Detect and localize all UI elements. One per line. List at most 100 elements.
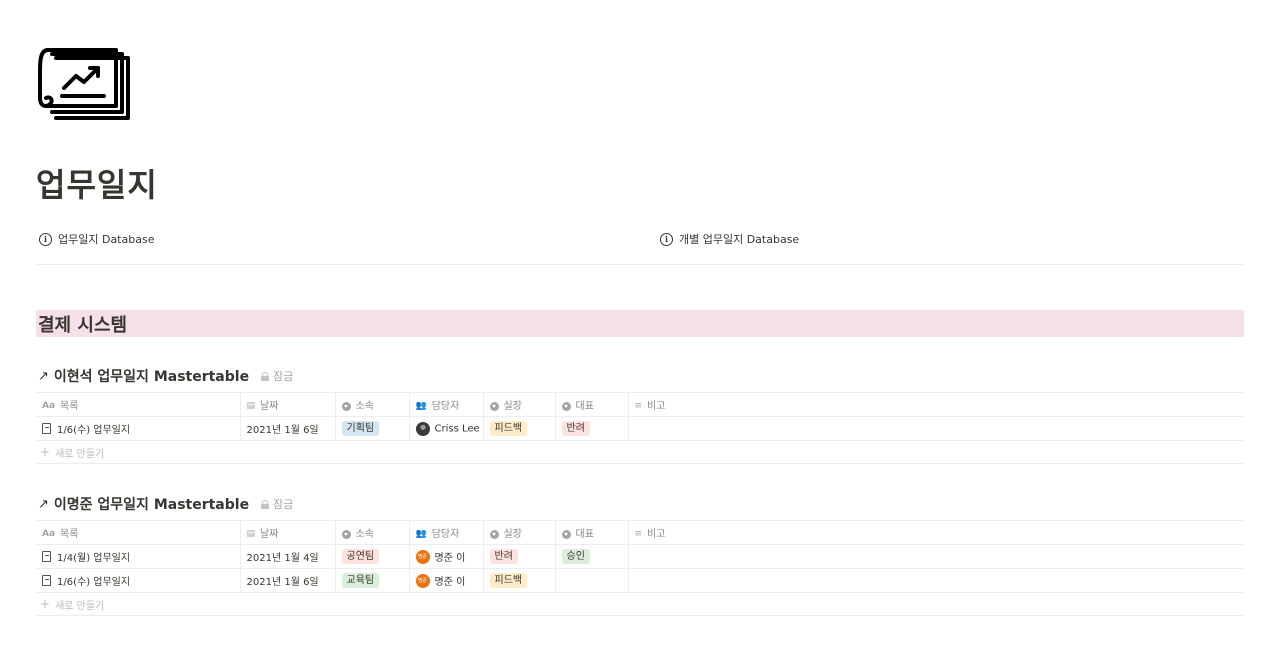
column-header-note[interactable]: ≡ 비고 <box>627 520 1244 545</box>
column-header-date[interactable]: ▤ 날짜 <box>239 392 335 417</box>
cell-ceo[interactable]: 반려 <box>554 416 628 441</box>
person-icon: 👥 <box>415 529 427 539</box>
table-row[interactable]: 1/4(월) 업무일지 2021년 1월 4일 공연팀 명준 명준 이 반려 승인 <box>36 544 1244 569</box>
column-label: 담당자 <box>431 529 460 540</box>
linked-database-1: ↗ 이현석 업무일지 Mastertable 잠금 Aa 목록 ▤ 날짜 소속 👥 담… <box>36 364 1244 464</box>
column-label: 실장 <box>503 401 522 412</box>
database-title[interactable]: 이명준 업무일지 Mastertable <box>54 494 249 514</box>
avatar: 명준 <box>415 549 430 564</box>
cell-dept[interactable]: 교육팀 <box>334 568 409 593</box>
link-label: 개별 업무일지 Database <box>679 233 800 246</box>
select-property-icon <box>489 401 499 411</box>
page-icon <box>42 575 51 586</box>
database-title-bar: ↗ 이현석 업무일지 Mastertable 잠금 <box>36 364 1244 388</box>
cell-chief[interactable]: 피드백 <box>482 416 555 441</box>
chief-status-tag: 피드백 <box>489 421 528 436</box>
cell-chief[interactable]: 반려 <box>482 544 555 569</box>
database-title[interactable]: 이현석 업무일지 Mastertable <box>54 366 249 386</box>
column-label: 날짜 <box>260 529 279 540</box>
section-header: 결제 시스템 <box>36 310 1244 337</box>
ceo-status-tag: 반려 <box>561 421 590 436</box>
plus-icon: + <box>40 597 51 611</box>
arrow-up-right-icon[interactable]: ↗ <box>38 497 49 512</box>
column-header-name[interactable]: Aa 목록 <box>36 392 240 417</box>
dept-tag: 공연팀 <box>341 549 380 564</box>
linked-database-2: ↗ 이명준 업무일지 Mastertable 잠금 Aa 목록 ▤ 날짜 소속 👥 담… <box>36 492 1244 616</box>
cell-ceo[interactable] <box>554 568 628 593</box>
calendar-icon: ▤ <box>246 401 256 411</box>
cell-date[interactable]: 2021년 1월 6일 <box>239 568 335 593</box>
select-property-icon <box>561 529 571 539</box>
column-label: 대표 <box>575 529 594 540</box>
database-title-bar: ↗ 이명준 업무일지 Mastertable 잠금 <box>36 492 1244 516</box>
column-label: 소속 <box>355 401 374 412</box>
dept-tag: 기획팀 <box>341 421 380 436</box>
database-table: Aa 목록 ▤ 날짜 소속 👥 담당자 실장 대표 ≡ 비고 1/4(월) 업무일지 2… <box>36 520 1244 593</box>
column-header-dept[interactable]: 소속 <box>334 520 409 545</box>
link-work-log-database[interactable]: i 업무일지 Database <box>39 229 154 249</box>
column-header-note[interactable]: ≡ 비고 <box>627 392 1244 417</box>
column-label: 비고 <box>647 401 666 412</box>
column-label: 날짜 <box>260 401 279 412</box>
lock-icon <box>261 371 270 381</box>
info-icon: i <box>39 232 52 246</box>
column-header-date[interactable]: ▤ 날짜 <box>239 520 335 545</box>
cell-date[interactable]: 2021년 1월 4일 <box>239 544 335 569</box>
text-lines-icon: ≡ <box>634 401 643 411</box>
person-icon: 👥 <box>415 401 427 411</box>
cell-owner[interactable]: 명준 명준 이 <box>408 568 483 593</box>
cell-note[interactable] <box>627 416 1244 441</box>
column-header-ceo[interactable]: 대표 <box>554 392 628 417</box>
cell-name[interactable]: 1/6(수) 업무일지 <box>36 568 240 593</box>
column-header-dept[interactable]: 소속 <box>334 392 409 417</box>
linked-databases: i 업무일지 Database i 개별 업무일지 Database <box>36 229 1244 265</box>
column-header-chief[interactable]: 실장 <box>482 520 555 545</box>
cell-note[interactable] <box>627 568 1244 593</box>
avatar: 명준 <box>415 573 430 588</box>
newspaper-chart-icon[interactable] <box>38 42 134 122</box>
cell-note[interactable] <box>627 544 1244 569</box>
info-icon: i <box>660 232 673 246</box>
column-label: 목록 <box>60 529 79 540</box>
table-row[interactable]: 1/6(수) 업무일지 2021년 1월 6일 기획팀 Criss Lee 피드… <box>36 416 1244 441</box>
column-header-owner[interactable]: 👥 담당자 <box>408 392 483 417</box>
page-title: 업무일지 <box>36 166 158 204</box>
lock-icon <box>261 499 270 509</box>
cell-dept[interactable]: 공연팀 <box>334 544 409 569</box>
column-label: 실장 <box>503 529 522 540</box>
cell-owner[interactable]: 명준 명준 이 <box>408 544 483 569</box>
select-property-icon <box>489 529 499 539</box>
dept-tag: 교육팀 <box>341 573 380 588</box>
link-individual-work-log-database[interactable]: i 개별 업무일지 Database <box>660 229 799 249</box>
ceo-status-tag: 승인 <box>561 549 590 564</box>
select-property-icon <box>341 401 351 411</box>
table-row[interactable]: 1/6(수) 업무일지 2021년 1월 6일 교육팀 명준 명준 이 피드백 <box>36 568 1244 593</box>
column-label: 대표 <box>575 401 594 412</box>
cell-ceo[interactable]: 승인 <box>554 544 628 569</box>
arrow-up-right-icon[interactable]: ↗ <box>38 369 49 384</box>
lock-indicator[interactable]: 잠금 <box>261 496 293 512</box>
new-row-label: 새로 만들기 <box>55 448 105 460</box>
cell-name[interactable]: 1/4(월) 업무일지 <box>36 544 240 569</box>
text-lines-icon: ≡ <box>634 529 643 539</box>
column-header-ceo[interactable]: 대표 <box>554 520 628 545</box>
lock-label: 잠금 <box>273 370 294 383</box>
text-property-icon: Aa <box>42 529 56 539</box>
lock-indicator[interactable]: 잠금 <box>261 368 293 384</box>
new-row-button[interactable]: + 새로 만들기 <box>36 593 1244 616</box>
column-label: 담당자 <box>431 401 460 412</box>
cell-dept[interactable]: 기획팀 <box>334 416 409 441</box>
page-icon <box>42 551 51 562</box>
table-header-row: Aa 목록 ▤ 날짜 소속 👥 담당자 실장 대표 ≡ 비고 <box>36 392 1244 417</box>
cell-date[interactable]: 2021년 1월 6일 <box>239 416 335 441</box>
column-header-name[interactable]: Aa 목록 <box>36 520 240 545</box>
plus-icon: + <box>40 445 51 459</box>
column-header-chief[interactable]: 실장 <box>482 392 555 417</box>
cell-owner[interactable]: Criss Lee <box>408 416 483 441</box>
chief-status-tag: 반려 <box>489 549 518 564</box>
cell-chief[interactable]: 피드백 <box>482 568 555 593</box>
column-header-owner[interactable]: 👥 담당자 <box>408 520 483 545</box>
new-row-button[interactable]: + 새로 만들기 <box>36 441 1244 464</box>
cell-name[interactable]: 1/6(수) 업무일지 <box>36 416 240 441</box>
lock-label: 잠금 <box>273 498 294 511</box>
